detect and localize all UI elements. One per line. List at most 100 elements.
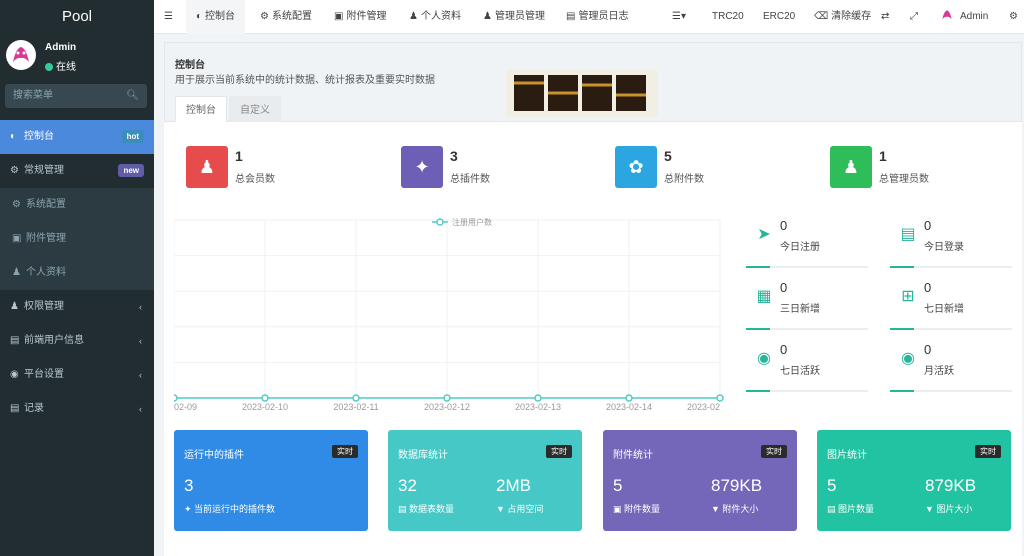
sidebar-item-profile[interactable]: ♟ 个人资料 bbox=[0, 256, 154, 290]
card-value-2: 879KB bbox=[925, 476, 977, 495]
card-label-text: 图片数量 bbox=[838, 504, 875, 514]
card-running-plugins: 运行中的插件 实时 3 ✦ 当前运行中的插件数 bbox=[174, 430, 368, 531]
tab-label: 个人资料 bbox=[420, 11, 461, 22]
sidebar-item-dashboard[interactable]: ◐ 控制台 hot bbox=[0, 120, 154, 154]
card-value: 32 bbox=[398, 476, 417, 495]
stat-label: 总会员数 bbox=[235, 174, 275, 185]
page-description: 用于展示当前系统中的统计数据、统计报表及重要实时数据 bbox=[175, 75, 435, 86]
x-tick-label: 2023-02-12 bbox=[424, 402, 470, 412]
data-point bbox=[174, 394, 178, 402]
erc20-link[interactable]: ERC20 bbox=[763, 0, 795, 34]
x-tick-label: 2023-02-13 bbox=[515, 402, 561, 412]
search-icon[interactable]: 🔍︎ bbox=[126, 84, 139, 108]
card-database: 数据库统计 实时 32 2MB ▤ 数据表数量 ▼ 占用空间 bbox=[388, 430, 582, 531]
tab-config[interactable]: ⚙ 系统配置 bbox=[260, 0, 312, 34]
calendar-plus-icon: ⊞ bbox=[901, 288, 915, 305]
realtime-badge: 实时 bbox=[546, 445, 572, 458]
tab-profile[interactable]: ♟ 个人资料 bbox=[409, 0, 461, 34]
card-value-2: 2MB bbox=[496, 476, 531, 495]
stat-label: 总管理员数 bbox=[879, 174, 929, 185]
card-title: 数据库统计 bbox=[398, 450, 448, 461]
tab-admin-log[interactable]: ▤ 管理员日志 bbox=[566, 0, 628, 34]
data-point bbox=[716, 394, 724, 402]
card-label: ✦ 当前运行中的插件数 bbox=[184, 502, 275, 515]
cog-icon: ⚙ bbox=[12, 199, 21, 210]
stat-value: 1 bbox=[879, 148, 887, 164]
vcard-icon: ▤ bbox=[900, 226, 916, 243]
sidebar-menu: ◐ 控制台 hot ⚙ 常规管理 new ⚙ 系统配置 ▣ 附件管理 ♟ 个人资料 ♟ 权限管理… bbox=[0, 120, 154, 426]
stat-label: 总插件数 bbox=[450, 174, 490, 185]
main-content: 控制台 用于展示当前系统中的统计数据、统计报表及重要实时数据 控制台 自定义 ♟ … bbox=[164, 42, 1022, 556]
card-label: ▤ 数据表数量 bbox=[398, 502, 454, 515]
mini-stat-value: 0 bbox=[780, 342, 788, 357]
tab-custom[interactable]: 自定义 bbox=[229, 96, 281, 124]
admin-name: Admin bbox=[960, 11, 989, 22]
realtime-badge: 实时 bbox=[332, 445, 358, 458]
app-logo[interactable]: Pool bbox=[0, 0, 154, 34]
tab-attachment[interactable]: ▣ 附件管理 bbox=[334, 0, 386, 34]
filter-icon: ▼ bbox=[496, 504, 508, 514]
legend-label: 注册用户数 bbox=[452, 217, 492, 227]
magic-icon: ✦ bbox=[184, 504, 195, 514]
mini-stat-value: 0 bbox=[780, 280, 788, 295]
mini-stat-month-active: ◉ 0 月活跃 bbox=[890, 338, 1012, 398]
sidebar-item-config[interactable]: ⚙ 系统配置 bbox=[0, 188, 154, 222]
avatar[interactable] bbox=[6, 40, 36, 70]
tab-dashboard[interactable]: ◐ 控制台 bbox=[186, 0, 246, 34]
translate-icon[interactable]: ⇄ bbox=[881, 0, 889, 34]
trash-icon: ⌫ bbox=[814, 11, 829, 22]
divider bbox=[746, 390, 868, 392]
clear-cache-button[interactable]: ⌫ 清除缓存 bbox=[814, 0, 871, 34]
sidebar-item-label: 个人资料 bbox=[26, 267, 66, 278]
realtime-badge: 实时 bbox=[761, 445, 787, 458]
tab-console[interactable]: 控制台 bbox=[175, 96, 227, 124]
divider bbox=[890, 390, 1012, 392]
registration-line-chart: 02-09 2023-02-10 2023-02-11 2023-02-12 2023-… bbox=[174, 217, 724, 412]
file-image-icon: ▣ bbox=[12, 233, 22, 244]
dashboard-icon: ◐ bbox=[196, 11, 203, 22]
stat-value: 5 bbox=[664, 148, 672, 164]
fullscreen-icon[interactable]: ⤢ bbox=[910, 0, 918, 34]
chevron-left-icon: ‹ bbox=[139, 404, 142, 414]
stat-plugins: ✦ 3 总插件数 bbox=[401, 146, 601, 188]
sidebar-item-frontend-users[interactable]: ▤ 前端用户信息 ‹ bbox=[0, 324, 154, 358]
tab-label: 管理员管理 bbox=[494, 11, 545, 22]
settings-gear-icon[interactable]: ⚙ bbox=[1009, 0, 1018, 34]
sidebar-item-platform[interactable]: ◉ 平台设置 ‹ bbox=[0, 358, 154, 392]
user-icon: ♟ bbox=[409, 11, 418, 22]
tab-label: 管理员日志 bbox=[578, 11, 629, 22]
sidebar-item-permission[interactable]: ♟ 权限管理 ‹ bbox=[0, 290, 154, 324]
tab-admin-manage[interactable]: ♟ 管理员管理 bbox=[483, 0, 545, 34]
sidebar-item-records[interactable]: ▤ 记录 ‹ bbox=[0, 392, 154, 426]
rocket-icon: ➤ bbox=[757, 226, 771, 243]
sidebar-item-general[interactable]: ⚙ 常规管理 new bbox=[0, 154, 154, 188]
leaf-icon: ✿ bbox=[615, 146, 657, 188]
card-value-2: 879KB bbox=[711, 476, 763, 495]
tabs-dropdown-icon[interactable]: ☰▾ bbox=[672, 0, 686, 34]
card-title: 附件统计 bbox=[613, 450, 653, 461]
user-name: Admin bbox=[45, 42, 77, 53]
new-badge: new bbox=[118, 164, 144, 177]
mini-stat-3day-new: ▦ 0 三日新增 bbox=[746, 276, 868, 336]
circle-icon: ◉ bbox=[10, 369, 19, 380]
admin-menu[interactable]: Admin bbox=[940, 0, 988, 34]
card-label: ▣ 附件数量 bbox=[613, 502, 660, 515]
users-icon: ♟ bbox=[186, 146, 228, 188]
divider bbox=[890, 328, 1012, 330]
filter-icon: ▼ bbox=[711, 504, 723, 514]
stat-attachments: ✿ 5 总附件数 bbox=[615, 146, 815, 188]
user-circle-icon: ◉ bbox=[757, 350, 771, 367]
user-icon: ♟ bbox=[830, 146, 872, 188]
filter-icon: ▼ bbox=[925, 504, 937, 514]
x-tick-label: 2023-02-11 bbox=[333, 402, 378, 412]
search-placeholder: 搜索菜单 bbox=[13, 90, 53, 101]
data-point bbox=[352, 394, 360, 402]
trc20-link[interactable]: TRC20 bbox=[712, 0, 744, 34]
sidebar-item-label: 附件管理 bbox=[26, 233, 66, 244]
menu-toggle-icon[interactable]: ☰ bbox=[164, 0, 173, 34]
chart-icon: ▤ bbox=[10, 403, 20, 414]
search-input[interactable]: 搜索菜单 🔍︎ bbox=[5, 84, 147, 108]
card-label-2: ▼ 占用空间 bbox=[496, 502, 543, 515]
status-text: 在线 bbox=[56, 62, 76, 73]
sidebar-item-attachment[interactable]: ▣ 附件管理 bbox=[0, 222, 154, 256]
